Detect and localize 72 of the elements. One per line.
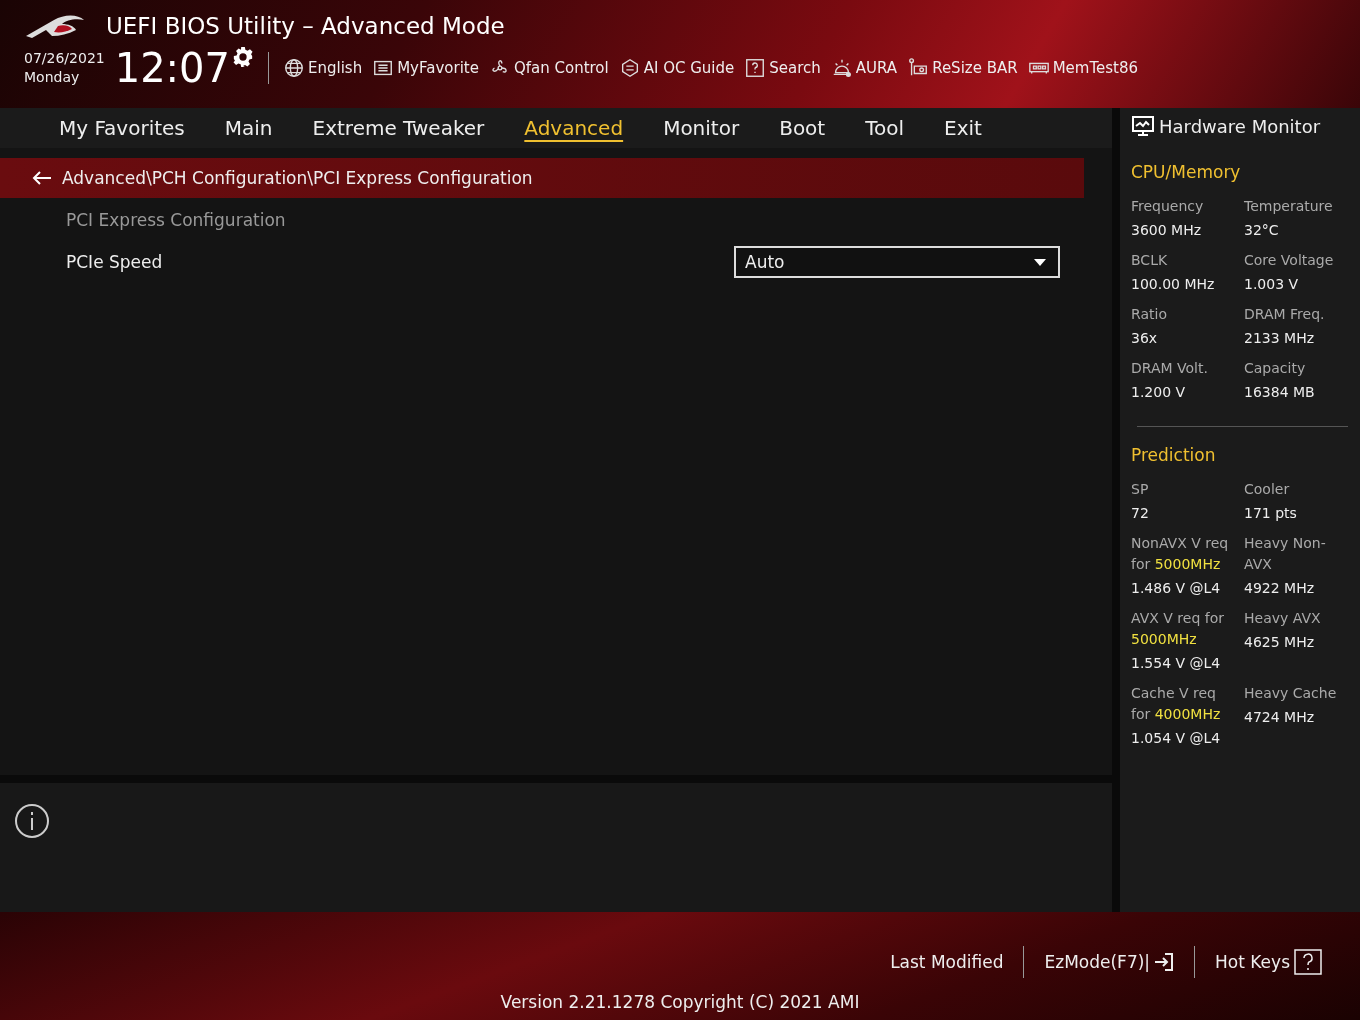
back-arrow-icon[interactable] [32, 170, 52, 186]
metric-label: NonAVX V req for 5000MHz [1131, 534, 1230, 574]
caret-icon [1034, 258, 1046, 266]
toolbar-button[interactable]: Qfan Control [488, 57, 609, 79]
metric-label: Heavy Non-AVX [1244, 534, 1327, 574]
toolbar-button[interactable]: MyFavorite [372, 57, 479, 79]
gear-icon[interactable] [232, 46, 254, 68]
info-icon [14, 803, 50, 839]
footer-button[interactable]: Hot Keys [1195, 949, 1342, 975]
metric-value: 1.003 V [1244, 276, 1300, 292]
metric-value: 1.200 V [1131, 384, 1187, 400]
metric-label: Cache V req for 4000MHz [1131, 684, 1222, 724]
metric-label: DRAM Volt. [1131, 359, 1209, 378]
metric-label: Heavy AVX [1244, 609, 1322, 628]
metric-value: 72 [1131, 505, 1150, 521]
clock-text: 12:07 [114, 46, 230, 90]
metric-value: 2133 MHz [1244, 330, 1316, 346]
metric-value: 4922 MHz [1244, 580, 1316, 596]
metric-value: 100.00 MHz [1131, 276, 1216, 292]
metric-value: 1.554 V @L4 [1131, 655, 1222, 671]
metric-value: 36x [1131, 330, 1159, 346]
menu-tab[interactable]: Monitor [663, 116, 760, 140]
metric-label: Capacity [1244, 359, 1307, 378]
help-icon [1294, 949, 1322, 975]
globe-icon [283, 57, 305, 79]
metric-value: 4625 MHz [1244, 634, 1316, 650]
metric-label: Core Voltage [1244, 251, 1335, 270]
day-text: Monday [24, 68, 81, 87]
metric-value: 171 pts [1244, 505, 1298, 521]
section-title: CPU/Memory [1131, 162, 1242, 182]
menu-tab[interactable]: Extreme Tweaker [312, 116, 505, 140]
help-icon [744, 57, 767, 79]
setting-label: PCIe Speed [66, 252, 163, 272]
menu-tab[interactable]: Exit [944, 116, 1002, 140]
breadcrumb-path: Advanced\PCH Configuration\PCI Express Configuration [62, 168, 533, 188]
metric-label: Cooler [1244, 480, 1291, 499]
menu-tab[interactable]: Tool [865, 116, 925, 140]
exit-icon [1154, 952, 1175, 972]
metric-value: 16384 MB [1244, 384, 1316, 400]
metric-value: 32°C [1244, 222, 1280, 238]
metric-value: 3600 MHz [1131, 222, 1203, 238]
section-title: Prediction [1131, 445, 1217, 465]
toolbar-button[interactable]: AURA [830, 57, 898, 79]
date-text: 07/26/2021 [24, 49, 105, 68]
menu-tab[interactable]: My Favorites [59, 116, 205, 140]
menu-tab[interactable]: Main [224, 116, 293, 140]
metric-label: DRAM Freq. [1244, 305, 1326, 324]
metric-label: BCLK [1131, 251, 1169, 270]
toolbar-button[interactable]: AI OC Guide [618, 57, 735, 79]
footer-button[interactable]: EzMode(F7)| [1024, 952, 1195, 972]
metric-value: 4724 MHz [1244, 709, 1316, 725]
footer-button[interactable]: Last Modified [870, 952, 1024, 972]
monitor-icon [1131, 114, 1155, 138]
window-title: UEFI BIOS Utility – Advanced Mode [106, 13, 505, 39]
toolbar-button[interactable]: English [283, 57, 363, 79]
toolbar-button[interactable]: MemTest86 [1027, 57, 1139, 79]
toolbar-button[interactable]: ReSize BAR [907, 57, 1018, 79]
toolbar-button[interactable]: Search [744, 57, 821, 79]
dropdown-field[interactable]: Auto [734, 246, 1060, 278]
panel-title: Hardware Monitor [1159, 115, 1321, 137]
version-text: Version 2.21.1278 Copyright (C) 2021 AMI [500, 992, 860, 1012]
metric-value: 1.054 V @L4 [1131, 730, 1222, 746]
metric-value: 1.486 V @L4 [1131, 580, 1222, 596]
metric-label: Frequency [1131, 197, 1205, 216]
metric-label: Heavy Cache [1244, 684, 1338, 703]
metric-label: AVX V req for 5000MHz [1131, 609, 1225, 649]
metric-label: Temperature [1244, 197, 1334, 216]
metric-label: Ratio [1131, 305, 1168, 324]
menu-tab[interactable]: Advanced [524, 116, 644, 140]
metric-label: SP [1131, 480, 1150, 499]
section-heading: PCI Express Configuration [65, 209, 287, 232]
menu-tab[interactable]: Boot [779, 116, 846, 140]
